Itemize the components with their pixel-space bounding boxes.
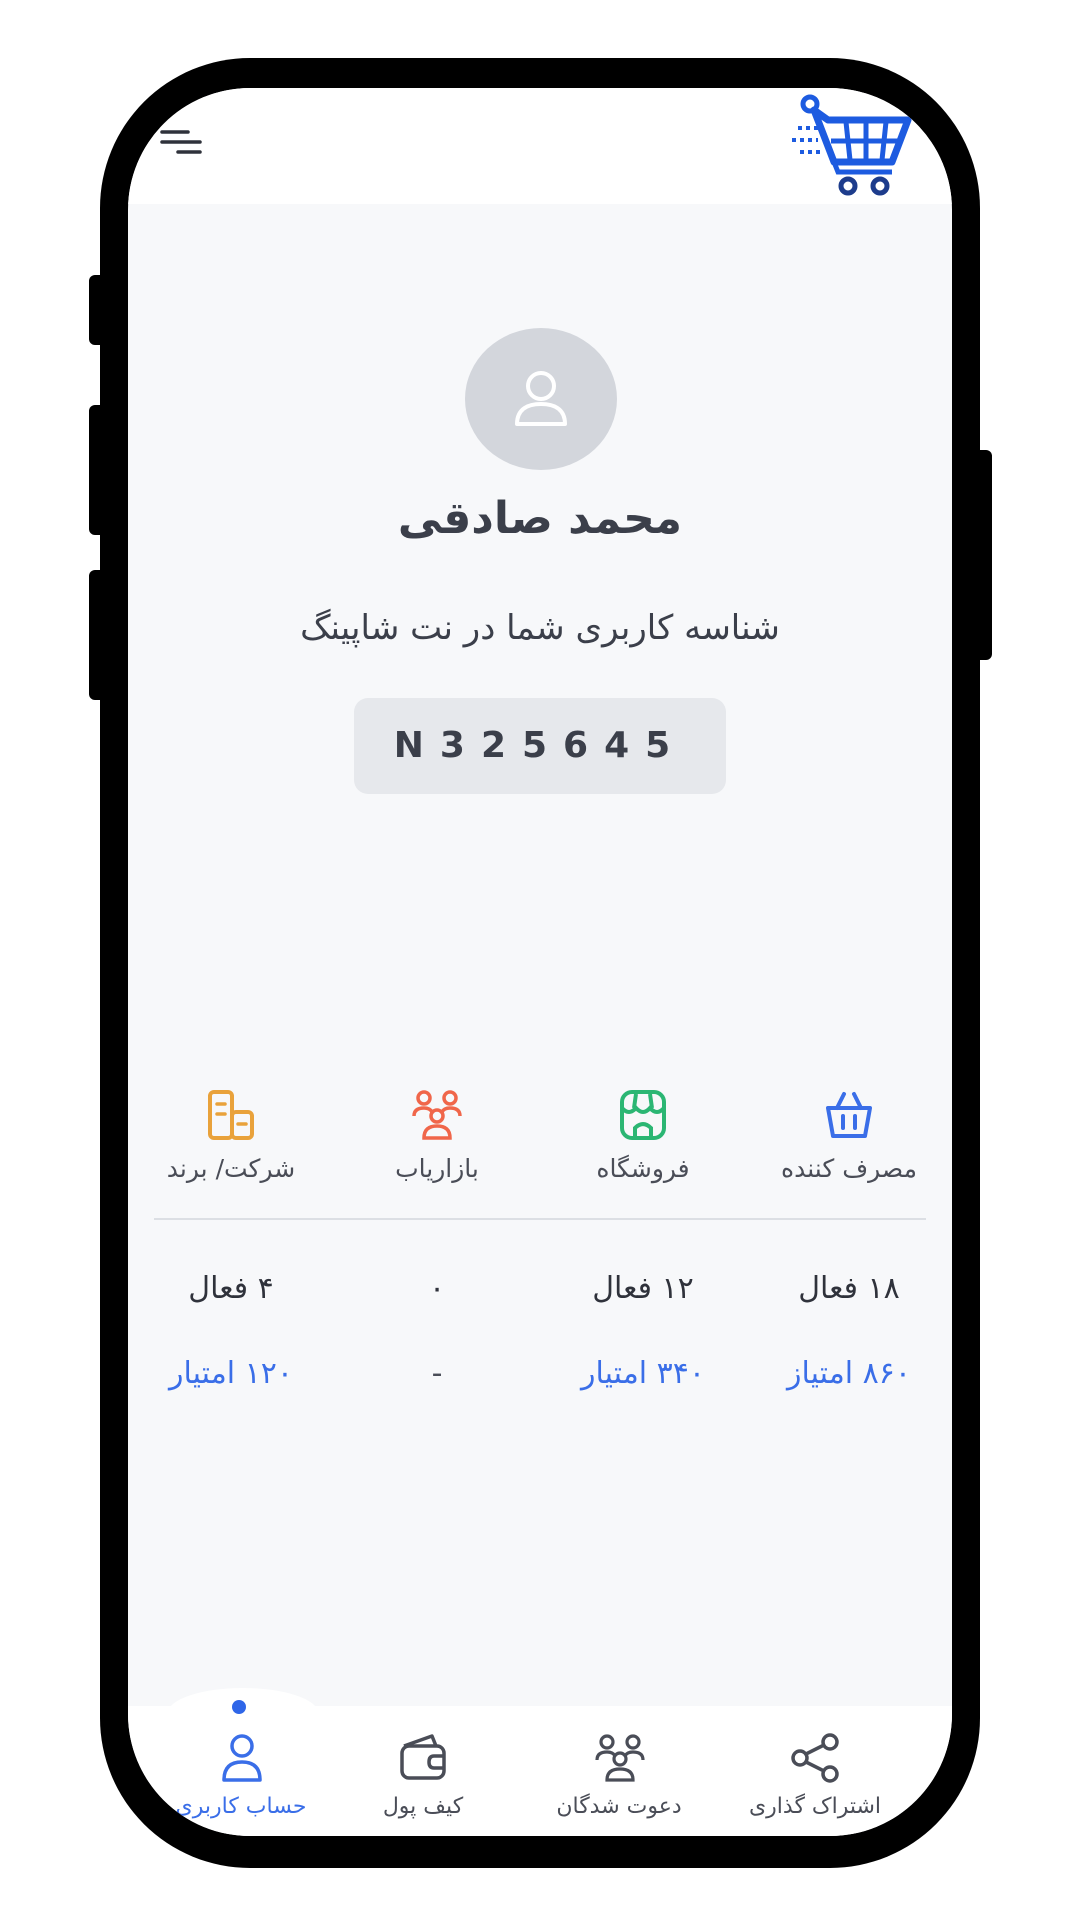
nav-active-bump bbox=[168, 1688, 318, 1738]
people-group-icon bbox=[594, 1732, 646, 1784]
stat-points: ۱۲۰ امتیار bbox=[168, 1356, 294, 1391]
nav-label: کیف پول bbox=[382, 1794, 464, 1819]
nav-account[interactable]: حساب کاربری bbox=[138, 1732, 344, 1836]
volume-up-button bbox=[89, 405, 113, 535]
stat-points: - bbox=[431, 1356, 443, 1391]
stat-marketer[interactable]: بازاریاب ۰ - bbox=[334, 1088, 540, 1468]
store-icon bbox=[616, 1088, 670, 1142]
nav-invitees[interactable]: دعوت شدگان bbox=[516, 1732, 722, 1836]
user-id-label: شناسه کاربری شما در نت شاپینگ bbox=[300, 608, 780, 648]
stat-consumer[interactable]: مصرف کننده ۱۸ فعال ۸۶۰ امتیاز bbox=[746, 1088, 952, 1468]
stat-points: ۸۶۰ امتیاز bbox=[786, 1356, 912, 1391]
shopping-cart-logo bbox=[788, 92, 918, 200]
stat-active-count: ۱۲ فعال bbox=[592, 1271, 694, 1306]
user-avatar-icon[interactable] bbox=[465, 328, 617, 470]
stats-section: مصرف کننده ۱۸ فعال ۸۶۰ امتیاز فروشگاه ۱۲… bbox=[128, 1088, 952, 1468]
stat-brand[interactable]: شرکت/ برند ۴ فعال ۱۲۰ امتیار bbox=[128, 1088, 334, 1468]
menu-icon[interactable] bbox=[158, 122, 208, 162]
stat-active-count: ۱۸ فعال bbox=[798, 1271, 900, 1306]
share-icon bbox=[790, 1732, 842, 1784]
people-group-icon bbox=[410, 1088, 464, 1142]
building-icon bbox=[204, 1088, 258, 1142]
stat-label: فروشگاه bbox=[596, 1154, 690, 1183]
top-bar bbox=[128, 88, 952, 204]
nav-label: اشتراک گذاری bbox=[748, 1794, 882, 1819]
stat-active-count: ۰ bbox=[428, 1271, 446, 1306]
user-icon bbox=[216, 1732, 268, 1784]
nav-share[interactable]: اشتراک گذاری bbox=[712, 1732, 918, 1836]
stat-store[interactable]: فروشگاه ۱۲ فعال ۳۴۰ امتیار bbox=[540, 1088, 746, 1468]
basket-icon bbox=[822, 1088, 876, 1142]
app-screen: محمد صادقی شناسه کاربری شما در نت شاپینگ… bbox=[128, 88, 952, 1836]
stats-divider bbox=[154, 1218, 926, 1220]
stat-points: ۳۴۰ امتیار bbox=[580, 1356, 706, 1391]
stat-label: بازاریاب bbox=[395, 1154, 479, 1183]
stat-label: مصرف کننده bbox=[781, 1154, 917, 1183]
nav-label: حساب کاربری bbox=[175, 1794, 307, 1819]
user-name: محمد صادقی bbox=[397, 493, 683, 544]
user-id-badge[interactable]: N325645 bbox=[354, 698, 726, 794]
nav-label: دعوت شدگان bbox=[556, 1794, 682, 1819]
nav-active-indicator bbox=[232, 1700, 246, 1714]
stat-label: شرکت/ برند bbox=[166, 1154, 296, 1183]
volume-down-button bbox=[89, 570, 113, 700]
wallet-icon bbox=[398, 1732, 450, 1784]
power-button bbox=[968, 450, 992, 660]
silent-switch bbox=[89, 275, 113, 345]
stat-active-count: ۴ فعال bbox=[188, 1271, 274, 1306]
nav-wallet[interactable]: کیف پول bbox=[320, 1732, 526, 1836]
